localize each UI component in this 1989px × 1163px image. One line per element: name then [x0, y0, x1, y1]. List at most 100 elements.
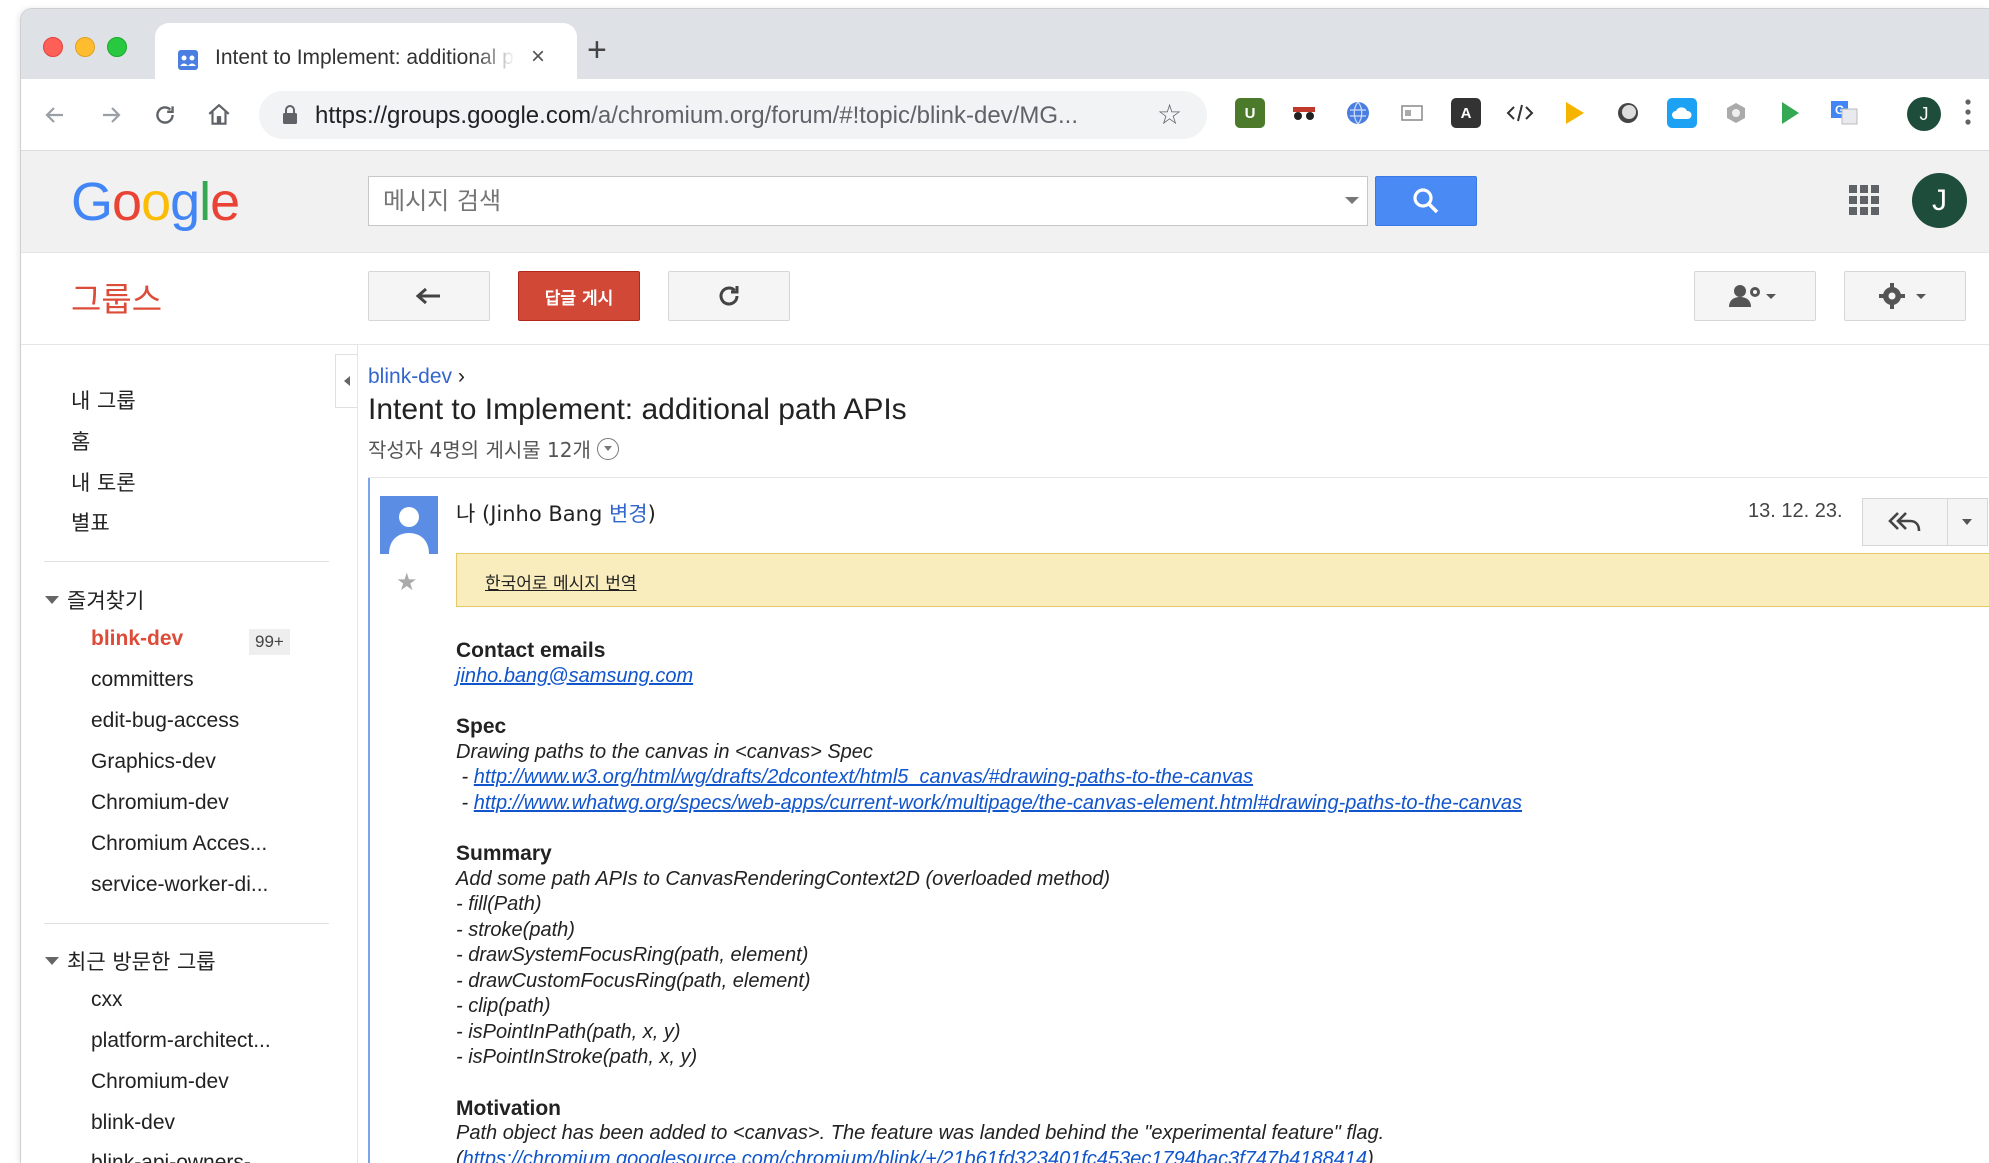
extension-hexagon-icon[interactable] [1721, 98, 1751, 128]
refresh-icon [719, 286, 739, 306]
reply-all-button[interactable] [1863, 499, 1948, 545]
author-avatar[interactable] [380, 496, 438, 554]
post-count: 작성자 4명의 게시물 12개 [368, 434, 619, 463]
message-search-box [368, 176, 1368, 226]
search-icon [1413, 188, 1439, 214]
back-arrow-icon[interactable] [37, 97, 73, 133]
summary-item: - drawSystemFocusRing(path, element) [456, 944, 809, 966]
extension-card-icon[interactable] [1397, 98, 1427, 128]
unread-count-badge: 99+ [249, 629, 290, 655]
sidebar-item-service-worker[interactable]: service-worker-di... [91, 873, 268, 897]
search-options-dropdown-icon[interactable] [1345, 197, 1359, 204]
spec-link-w3c[interactable]: http://www.w3.org/html/wg/drafts/2dconte… [474, 766, 1253, 788]
sidebar-item-my-discussions[interactable]: 내 토론 [71, 467, 136, 497]
breadcrumb: blink-dev › [368, 365, 465, 388]
message-search-input[interactable] [383, 187, 1283, 215]
browser-menu-icon[interactable] [1965, 99, 1971, 125]
groups-title[interactable]: 그룹스 [71, 273, 162, 321]
address-bar[interactable]: https://groups.google.com/a/chromium.org… [259, 91, 1207, 139]
back-arrow-icon [415, 287, 440, 305]
sidebar-item-platform-architecture[interactable]: platform-architect... [91, 1029, 271, 1053]
collapse-sidebar-button[interactable] [335, 354, 357, 408]
sidebar-item-graphics-dev[interactable]: Graphics-dev [91, 750, 216, 774]
sidebar-item-home[interactable]: 홈 [71, 426, 90, 456]
member-settings-button[interactable] [1694, 271, 1816, 321]
chevron-down-icon [1962, 519, 1973, 525]
sidebar-item-my-groups[interactable]: 내 그룹 [71, 385, 136, 415]
home-icon[interactable] [201, 97, 237, 133]
message-card: ★ 나 (Jinho Bang 변경) 13. 12. 23. 한국어로 메시지… [368, 478, 1989, 1163]
post-reply-button[interactable]: 답글 게시 [518, 271, 640, 321]
extension-play-green-icon[interactable] [1775, 98, 1805, 128]
settings-button[interactable] [1844, 271, 1966, 321]
sidebar-item-blink-api-owners[interactable]: blink-api-owners-... [91, 1151, 268, 1163]
close-window-button[interactable] [43, 37, 63, 57]
google-logo[interactable]: Google [71, 171, 240, 233]
sidebar-item-blink-dev-recent[interactable]: blink-dev [91, 1111, 175, 1135]
collapse-triangle-icon [45, 596, 59, 604]
search-button[interactable] [1375, 176, 1477, 226]
contact-email-link[interactable]: jinho.bang@samsung.com [456, 665, 693, 687]
extension-play-yellow-icon[interactable] [1559, 98, 1589, 128]
minimize-window-button[interactable] [75, 37, 95, 57]
forward-arrow-icon[interactable] [93, 97, 129, 133]
recent-section-toggle[interactable]: 최근 방문한 그룹 [45, 946, 216, 976]
expand-all-dropdown-icon[interactable] [596, 437, 619, 460]
message-body: Contact emails jinho.bang@samsung.com Sp… [456, 638, 1986, 1163]
sidebar-item-blink-dev[interactable]: blink-dev [91, 627, 183, 651]
sidebar-border [357, 345, 358, 1163]
extension-incognito-icon[interactable] [1289, 98, 1319, 128]
motivation-commit-link[interactable]: https://chromium.googlesource.com/chromi… [463, 1148, 1368, 1163]
summary-description: Add some path APIs to CanvasRenderingCon… [456, 867, 1111, 890]
new-tab-button[interactable]: + [587, 33, 607, 67]
star-icon[interactable]: ★ [396, 568, 418, 597]
browser-profile-avatar[interactable]: J [1907, 97, 1941, 131]
browser-toolbar: https://groups.google.com/a/chromium.org… [21, 79, 1989, 151]
more-actions-dropdown[interactable] [1948, 499, 1987, 545]
motivation-description: Path object has been added to <canvas>. … [456, 1122, 1385, 1144]
spec-heading: Spec [456, 715, 507, 738]
groups-favicon-icon [178, 50, 198, 70]
favorites-section-toggle[interactable]: 즐겨찾기 [45, 585, 144, 615]
gear-icon [1879, 283, 1926, 309]
extension-code-icon[interactable] [1505, 98, 1535, 128]
breadcrumb-group-link[interactable]: blink-dev [368, 365, 452, 388]
change-name-link[interactable]: 변경 [609, 502, 648, 526]
extension-cloud-icon[interactable] [1667, 98, 1697, 128]
motivation-heading: Motivation [456, 1096, 561, 1120]
extension-ublock-icon[interactable]: U [1235, 98, 1265, 128]
spec-link-whatwg[interactable]: http://www.whatwg.org/specs/web-apps/cur… [474, 792, 1522, 814]
sidebar-item-starred[interactable]: 별표 [71, 507, 110, 537]
collapse-triangle-icon [45, 957, 59, 965]
maximize-window-button[interactable] [107, 37, 127, 57]
account-avatar[interactable]: J [1912, 173, 1967, 228]
sidebar-item-edit-bug-access[interactable]: edit-bug-access [91, 709, 239, 733]
sidebar-item-committers[interactable]: committers [91, 668, 194, 692]
topic-title: Intent to Implement: additional path API… [368, 393, 907, 426]
reload-icon[interactable] [147, 97, 183, 133]
sidebar: 내 그룹 홈 내 토론 별표 즐겨찾기 blink-dev 99+ commit… [21, 345, 346, 1163]
contact-heading: Contact emails [456, 639, 606, 662]
extension-globe-icon[interactable] [1343, 98, 1373, 128]
extension-font-icon[interactable]: A [1451, 98, 1481, 128]
sidebar-item-chromium-dev-recent[interactable]: Chromium-dev [91, 1070, 229, 1094]
sidebar-item-cxx[interactable]: cxx [91, 988, 123, 1012]
back-to-topics-button[interactable] [368, 271, 490, 321]
summary-item: - fill(Path) [456, 893, 542, 915]
reply-button-group [1862, 498, 1988, 546]
translate-message-link[interactable]: 한국어로 메시지 번역 [485, 569, 637, 594]
apps-grid-icon[interactable] [1849, 185, 1879, 215]
reply-all-icon [1887, 512, 1921, 532]
bookmark-star-icon[interactable]: ☆ [1157, 100, 1182, 130]
summary-heading: Summary [456, 842, 552, 865]
sidebar-item-chromium-dev[interactable]: Chromium-dev [91, 791, 229, 815]
refresh-button[interactable] [668, 271, 790, 321]
sidebar-item-chromium-access[interactable]: Chromium Acces... [91, 832, 267, 856]
sidebar-divider [44, 923, 329, 924]
message-date: 13. 12. 23. [1748, 500, 1843, 522]
translate-banner: 한국어로 메시지 번역 [456, 553, 1989, 607]
extension-circle-icon[interactable] [1613, 98, 1643, 128]
extension-translate-icon[interactable]: G [1829, 98, 1859, 128]
tab-close-icon[interactable]: × [531, 43, 545, 71]
summary-item: - drawCustomFocusRing(path, element) [456, 969, 811, 992]
